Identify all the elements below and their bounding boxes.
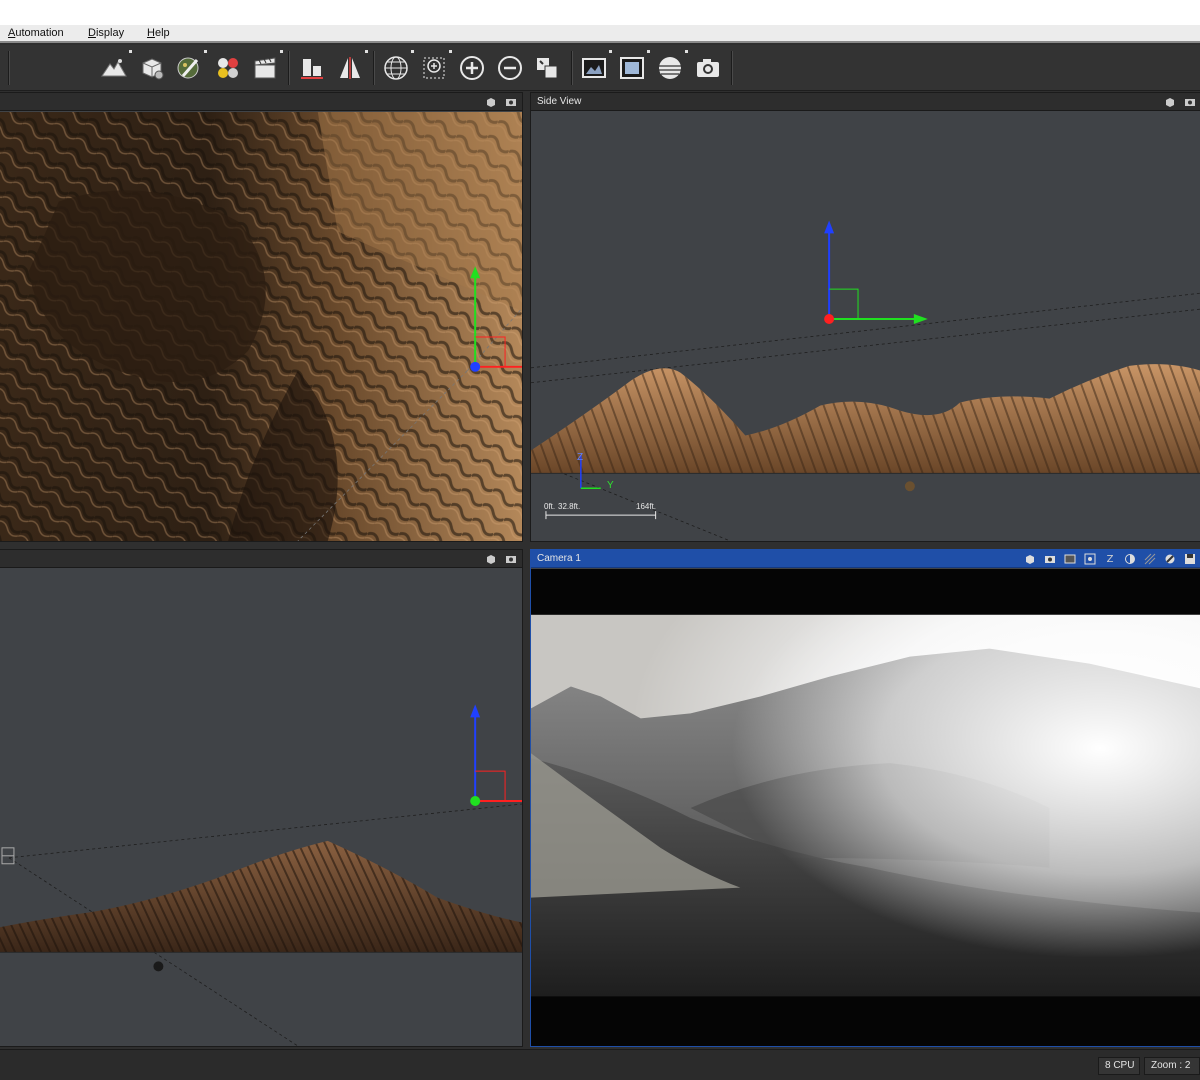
align-icon <box>301 59 323 79</box>
viewport-header <box>0 550 522 568</box>
camera-button[interactable] <box>692 52 724 84</box>
viewport-camera[interactable]: Camera 1 Z <box>530 549 1200 1047</box>
paint-brush-icon <box>177 57 199 79</box>
cube-view-icon[interactable] <box>484 95 498 109</box>
clapboard-icon <box>254 57 276 79</box>
globe-button[interactable] <box>380 50 414 84</box>
status-bar: 8 CPU Zoom : 2 <box>0 1049 1200 1080</box>
align-button[interactable] <box>296 52 328 84</box>
viewport-front-canvas[interactable] <box>0 569 522 1046</box>
camera-render-canvas[interactable] <box>531 569 1200 1046</box>
menu-automation[interactable]: Automation <box>8 27 64 39</box>
sphere-icon <box>659 57 681 79</box>
main-toolbar <box>0 45 1200 91</box>
snapshot-icon[interactable] <box>504 552 518 566</box>
fit-view-button[interactable] <box>531 52 563 84</box>
frame-icon[interactable] <box>1063 552 1077 566</box>
viewport-top-canvas[interactable] <box>0 112 522 541</box>
scale-start-label: 0ft. <box>544 502 556 511</box>
zoom-region-icon <box>423 57 445 79</box>
zoom-out-button[interactable] <box>494 52 526 84</box>
mirror-button[interactable] <box>334 50 368 84</box>
zoom-in-button[interactable] <box>456 52 488 84</box>
viewport-side-canvas[interactable]: Z Y 0ft. 32.8ft. 164ft. <box>531 112 1200 541</box>
application-window: Automation Display Help Side View Z Y 0f… <box>0 25 1200 1080</box>
color-balls-button[interactable] <box>212 52 244 84</box>
render-preview-icon <box>582 58 606 78</box>
clapboard-button[interactable] <box>249 50 283 84</box>
sphere-button[interactable] <box>654 50 688 84</box>
frame-icon <box>620 57 644 79</box>
menu-help[interactable]: Help <box>147 27 170 39</box>
transform-gizmo[interactable] <box>470 704 522 807</box>
render-region-icon[interactable] <box>1083 552 1097 566</box>
save-icon[interactable] <box>1183 552 1197 566</box>
frame-button[interactable] <box>616 50 650 84</box>
scale-end-label: 164ft. <box>636 502 657 511</box>
fit-view-icon <box>537 58 558 79</box>
viewport-side[interactable]: Side View Z Y 0ft. 32.8ft. 164ft. <box>530 92 1200 542</box>
terrain-top-render <box>0 112 522 541</box>
camera-object-icon[interactable] <box>1 847 15 865</box>
depth-z-icon[interactable]: Z <box>1103 552 1117 566</box>
cube-view-icon[interactable] <box>1163 95 1177 109</box>
axis-z-label: Z <box>577 452 584 463</box>
toolbar-separator <box>8 51 9 85</box>
scale-bar <box>545 511 657 520</box>
paint-brush-button[interactable] <box>173 50 207 84</box>
scale-mid-label: 32.8ft. <box>558 502 581 511</box>
viewport-header: Camera 1 Z <box>531 550 1200 568</box>
snapshot-icon[interactable] <box>1183 95 1197 109</box>
viewport-title: Side View <box>537 96 582 107</box>
menu-bar: Automation Display Help <box>0 25 1200 43</box>
toolbar-separator <box>288 51 289 85</box>
camera-icon <box>697 59 719 77</box>
contrast-icon[interactable] <box>1163 552 1177 566</box>
viewport-top[interactable] <box>0 92 523 542</box>
toolbar-separator <box>571 51 572 85</box>
viewport-header: Side View <box>531 93 1200 111</box>
axis-y-label: Y <box>607 480 614 491</box>
terrain-side-render <box>531 220 1200 541</box>
toolbar-separator <box>731 51 732 85</box>
color-balls-icon <box>218 58 238 78</box>
zoom-region-button[interactable] <box>418 50 452 84</box>
transform-gizmo[interactable] <box>824 220 928 325</box>
cpu-count: 8 CPU <box>1098 1057 1140 1075</box>
terrain-icon <box>101 59 127 77</box>
viewport-header <box>0 93 522 111</box>
object-settings-button[interactable] <box>136 52 168 84</box>
terrain-button[interactable] <box>98 50 132 84</box>
object-settings-icon <box>142 58 164 80</box>
snapshot-icon[interactable] <box>504 95 518 109</box>
render-preview-button[interactable] <box>578 50 612 84</box>
zoom-level: Zoom : 2 <box>1144 1057 1200 1075</box>
viewport-front[interactable] <box>0 549 523 1047</box>
exposure-icon[interactable] <box>1123 552 1137 566</box>
toolbar-separator <box>373 51 374 85</box>
hatch-icon[interactable] <box>1143 552 1157 566</box>
terrain-front-render <box>0 704 522 1046</box>
viewport-title: Camera 1 <box>537 553 581 564</box>
zoom-out-icon <box>498 56 522 80</box>
cube-view-icon[interactable] <box>1023 552 1037 566</box>
menu-display[interactable]: Display <box>88 27 124 39</box>
cube-view-icon[interactable] <box>484 552 498 566</box>
mirror-icon <box>340 57 360 79</box>
snapshot-icon[interactable] <box>1043 552 1057 566</box>
zoom-in-icon <box>460 56 484 80</box>
globe-icon <box>384 56 408 80</box>
camera-render-image <box>531 569 1200 1046</box>
